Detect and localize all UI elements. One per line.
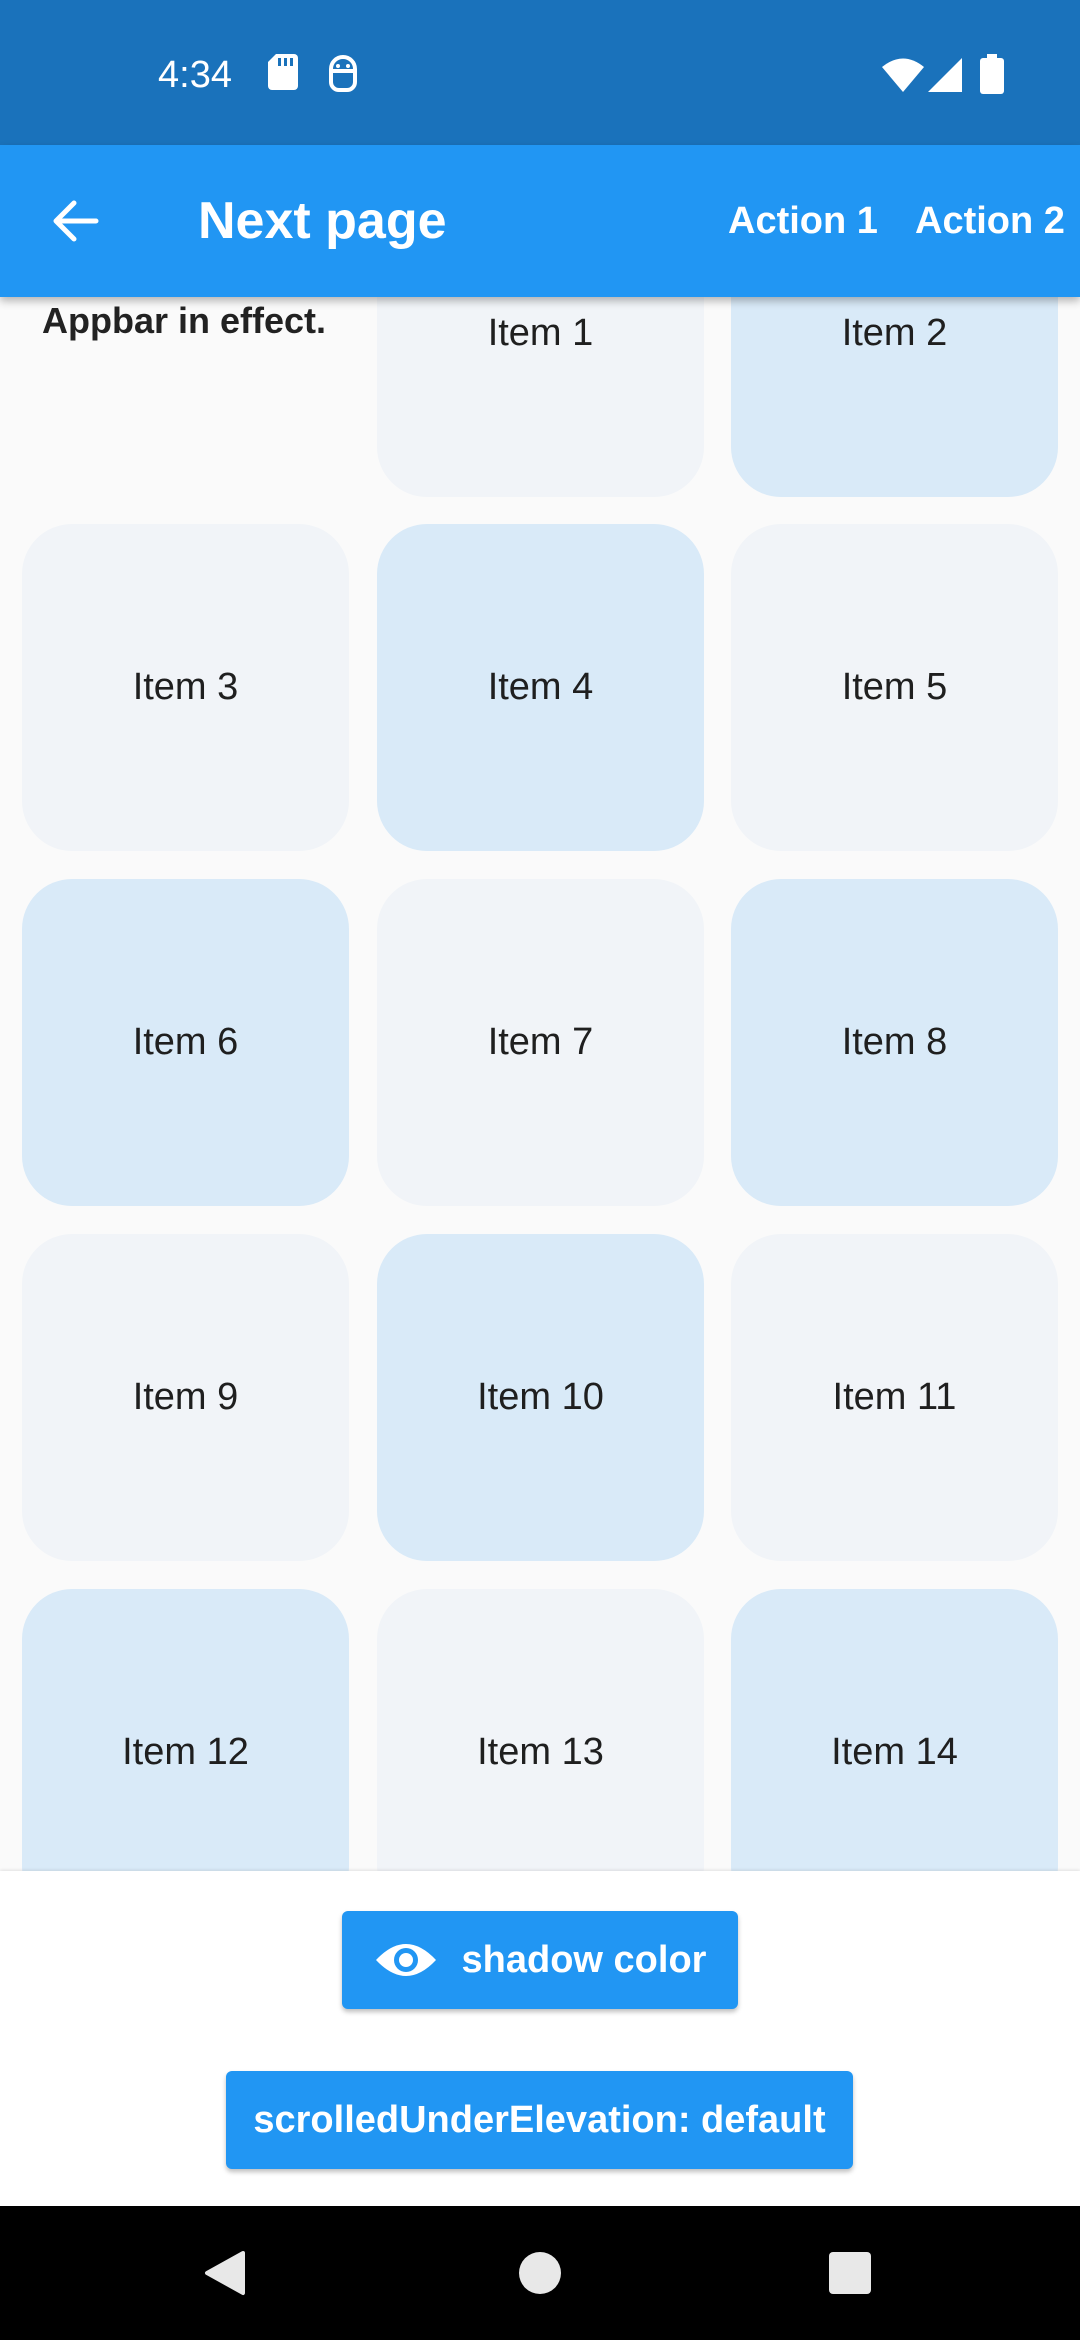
grid-item-label: Item 5 <box>841 666 948 708</box>
grid-item-label: Item 10 <box>477 1376 604 1418</box>
status-bar: 4:34 <box>0 0 1080 145</box>
action-2-button[interactable]: Action 2 <box>915 195 1065 247</box>
grid-item-label: Item 6 <box>132 1021 239 1063</box>
grid-item-label: Item 4 <box>487 666 594 708</box>
grid-item-11[interactable]: Item 11 <box>731 1234 1058 1561</box>
status-time: 4:34 <box>158 54 232 96</box>
recents-square-icon <box>829 2252 871 2294</box>
elevation-label: scrolledUnderElevation: default <box>253 2098 826 2141</box>
nav-back-button[interactable] <box>190 2238 260 2308</box>
scroll-content[interactable]: Appbar in effect. Item 1 Item 2 Item 3 I… <box>0 297 1080 1871</box>
grid-item-14[interactable]: Item 14 <box>731 1589 1058 1871</box>
scrolled-under-elevation-button[interactable]: scrolledUnderElevation: default <box>226 2071 853 2169</box>
eye-icon <box>374 1938 438 1982</box>
grid-item-label: Item 9 <box>132 1376 239 1418</box>
screen: 4:34 Next page Action 1 Action 2 Appbar … <box>0 0 1080 2340</box>
grid-item-9[interactable]: Item 9 <box>22 1234 349 1561</box>
grid-item-label: Item 12 <box>122 1731 249 1773</box>
battery-icon <box>980 54 1004 94</box>
grid-item-7[interactable]: Item 7 <box>377 879 704 1206</box>
back-triangle-icon <box>205 2251 245 2295</box>
grid-item-label: Item 14 <box>831 1731 958 1773</box>
grid-item-2[interactable]: Item 2 <box>731 297 1058 497</box>
app-bar: Next page Action 1 Action 2 <box>0 145 1080 297</box>
page-title: Next page <box>198 192 447 250</box>
grid-item-6[interactable]: Item 6 <box>22 879 349 1206</box>
shadow-color-label: shadow color <box>461 1938 707 1981</box>
grid-item-label: Item 2 <box>841 312 948 354</box>
grid-item-8[interactable]: Item 8 <box>731 879 1058 1206</box>
grid-item-3[interactable]: Item 3 <box>22 524 349 851</box>
grid-item-label: Item 1 <box>487 312 594 354</box>
back-button[interactable] <box>38 183 114 259</box>
grid-item-10[interactable]: Item 10 <box>377 1234 704 1561</box>
grid-item-12[interactable]: Item 12 <box>22 1589 349 1871</box>
android-debug-icon <box>329 54 357 92</box>
grid-item-13[interactable]: Item 13 <box>377 1589 704 1871</box>
intro-text: Appbar in effect. <box>42 300 327 341</box>
home-circle-icon <box>519 2252 561 2294</box>
grid-item-1[interactable]: Item 1 <box>377 297 704 497</box>
grid-item-label: Item 3 <box>132 666 239 708</box>
grid-item-label: Item 7 <box>487 1021 594 1063</box>
grid-item-label: Item 11 <box>832 1376 957 1418</box>
action-1-button[interactable]: Action 1 <box>728 195 878 247</box>
nav-home-button[interactable] <box>505 2238 575 2308</box>
wifi-icon <box>882 58 924 92</box>
system-nav-bar <box>0 2206 1080 2340</box>
shadow-color-button[interactable]: shadow color <box>342 1911 738 2009</box>
sd-card-icon <box>268 54 298 90</box>
grid-item-label: Item 8 <box>841 1021 948 1063</box>
nav-recents-button[interactable] <box>815 2238 885 2308</box>
grid-item-label: Item 13 <box>477 1731 604 1773</box>
arrow-left-icon <box>53 200 99 242</box>
signal-icon <box>928 58 962 92</box>
grid-item-5[interactable]: Item 5 <box>731 524 1058 851</box>
grid-item-4[interactable]: Item 4 <box>377 524 704 851</box>
control-panel: shadow color scrolledUnderElevation: def… <box>0 1871 1080 2206</box>
